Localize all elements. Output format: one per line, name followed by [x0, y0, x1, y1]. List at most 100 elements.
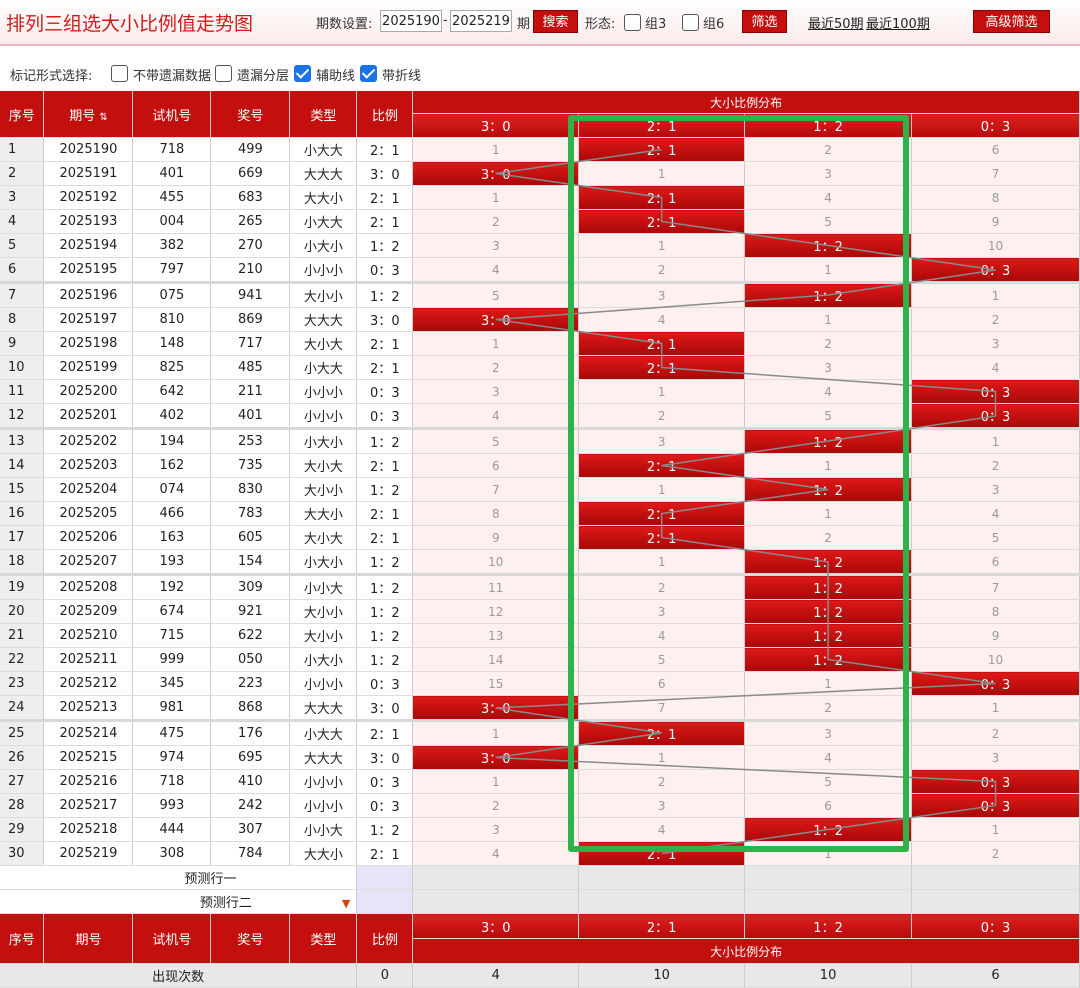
dist-miss-cell: 5	[578, 647, 746, 672]
row-type: 大小大	[289, 453, 358, 478]
footer-dist-3-0: 3：0	[412, 913, 580, 939]
predict-row-1-cell[interactable]	[578, 865, 746, 890]
dist-miss-cell: 3	[578, 599, 746, 624]
dist-miss-cell: 1	[412, 719, 580, 746]
row-ratio: 2：1	[356, 355, 414, 380]
row-test-number: 382	[132, 233, 212, 258]
shape-group3-checkbox[interactable]	[624, 14, 641, 31]
row-test-number: 475	[132, 719, 212, 746]
row-ratio: 2：1	[356, 453, 414, 478]
dist-miss-cell: 10	[911, 647, 1080, 672]
sort-icon[interactable]: ⇅	[99, 112, 107, 123]
dist-hit-cell: 0：3	[911, 769, 1080, 794]
row-ratio: 1：2	[356, 623, 414, 648]
period-from-input[interactable]: 2025190	[380, 10, 442, 32]
dist-hit-cell: 1：2	[744, 281, 913, 308]
row-ratio: 0：3	[356, 793, 414, 818]
period-label: 期数设置:	[316, 17, 373, 32]
row-issue: 2025201	[43, 403, 134, 429]
row-prize-number: 669	[210, 161, 291, 186]
dist-miss-cell: 1	[744, 257, 913, 283]
predict-row-1-cell[interactable]	[744, 865, 913, 890]
dist-hit-cell: 0：3	[911, 403, 1080, 429]
search-button[interactable]: 搜索	[533, 10, 578, 33]
arrow-down-icon[interactable]: ▼	[342, 897, 350, 910]
dist-miss-cell: 4	[744, 379, 913, 404]
dist-miss-cell: 11	[412, 573, 580, 600]
dist-miss-cell: 7	[412, 477, 580, 502]
advanced-filter-button[interactable]: 高级筛选	[973, 10, 1050, 33]
row-test-number: 401	[132, 161, 212, 186]
predict-row-2[interactable]: 预测行二 ▼	[0, 889, 358, 914]
dist-miss-cell: 2	[911, 719, 1080, 746]
row-ratio: 2：1	[356, 501, 414, 526]
dist-miss-cell: 2	[412, 209, 580, 234]
predict-row-2-cell[interactable]	[412, 889, 580, 914]
dist-miss-cell: 1	[412, 185, 580, 210]
dist-miss-cell: 4	[911, 501, 1080, 526]
table-row: 12 2025201 402 401 小小小 0：3 4 2 5 0：3	[0, 403, 1080, 429]
period-separator: -	[443, 13, 448, 28]
recent-50-link[interactable]: 最近50期	[808, 13, 864, 32]
row-type: 小大小	[289, 427, 358, 454]
row-type: 大小小	[289, 477, 358, 502]
filter-button[interactable]: 筛选	[742, 10, 787, 33]
no-miss-data-checkbox[interactable]	[111, 65, 128, 82]
row-test-number: 797	[132, 257, 212, 283]
predict-row-2-cell[interactable]	[911, 889, 1080, 914]
aux-line-checkbox[interactable]	[294, 65, 311, 82]
predict-row-2-ratio[interactable]	[356, 889, 414, 914]
row-prize-number: 605	[210, 525, 291, 550]
row-type: 大大小	[289, 501, 358, 526]
dist-miss-cell: 9	[911, 209, 1080, 234]
miss-layer-checkbox[interactable]	[215, 65, 232, 82]
predict-row-2-cell[interactable]	[578, 889, 746, 914]
no-miss-data-label: 不带遗漏数据	[133, 69, 212, 84]
header-issue[interactable]: 期号 ⇅	[43, 91, 134, 138]
row-type: 小小小	[289, 379, 358, 404]
row-seq: 18	[0, 549, 45, 575]
dist-miss-cell: 2	[911, 307, 1080, 332]
predict-row-1-ratio[interactable]	[356, 865, 414, 890]
dist-miss-cell: 3	[744, 161, 913, 186]
polyline-checkbox[interactable]	[360, 65, 377, 82]
row-test-number: 974	[132, 745, 212, 770]
row-test-number: 345	[132, 671, 212, 696]
dist-hit-cell: 2：1	[578, 841, 746, 866]
dist-miss-cell: 5	[412, 281, 580, 308]
row-test-number: 162	[132, 453, 212, 478]
row-issue: 2025204	[43, 477, 134, 502]
row-issue: 2025203	[43, 453, 134, 478]
dist-miss-cell: 4	[578, 307, 746, 332]
row-type: 大大小	[289, 185, 358, 210]
row-issue: 2025197	[43, 307, 134, 332]
shape-group6-checkbox[interactable]	[682, 14, 699, 31]
table-row: 2 2025191 401 669 大大大 3：0 3：0 1 3 7	[0, 161, 1080, 186]
row-ratio: 3：0	[356, 745, 414, 770]
dist-miss-cell: 3	[744, 355, 913, 380]
dist-miss-cell: 8	[911, 185, 1080, 210]
table-row: 27 2025216 718 410 小小小 0：3 1 2 5 0：3	[0, 769, 1080, 794]
predict-row-1[interactable]: 预测行一	[0, 865, 358, 890]
row-ratio: 1：2	[356, 427, 414, 454]
dist-miss-cell: 1	[911, 817, 1080, 842]
recent-100-link[interactable]: 最近100期	[866, 13, 930, 32]
predict-row-1-cell[interactable]	[412, 865, 580, 890]
dist-miss-cell: 6	[744, 793, 913, 818]
period-to-input[interactable]: 2025219	[450, 10, 512, 32]
dist-miss-cell: 2	[744, 331, 913, 356]
row-prize-number: 253	[210, 427, 291, 454]
table-row: 30 2025219 308 784 大大小 2：1 4 2：1 1 2	[0, 841, 1080, 866]
dist-miss-cell: 9	[412, 525, 580, 550]
dist-miss-cell: 6	[412, 453, 580, 478]
dist-hit-cell: 2：1	[578, 209, 746, 234]
row-type: 小大大	[289, 137, 358, 162]
footer-prize-number: 奖号	[210, 913, 291, 964]
predict-row-1-cell[interactable]	[911, 865, 1080, 890]
row-prize-number: 410	[210, 769, 291, 794]
row-test-number: 642	[132, 379, 212, 404]
dist-miss-cell: 9	[911, 623, 1080, 648]
predict-row-2-cell[interactable]	[744, 889, 913, 914]
dist-miss-cell: 1	[412, 137, 580, 162]
dist-miss-cell: 3	[578, 427, 746, 454]
